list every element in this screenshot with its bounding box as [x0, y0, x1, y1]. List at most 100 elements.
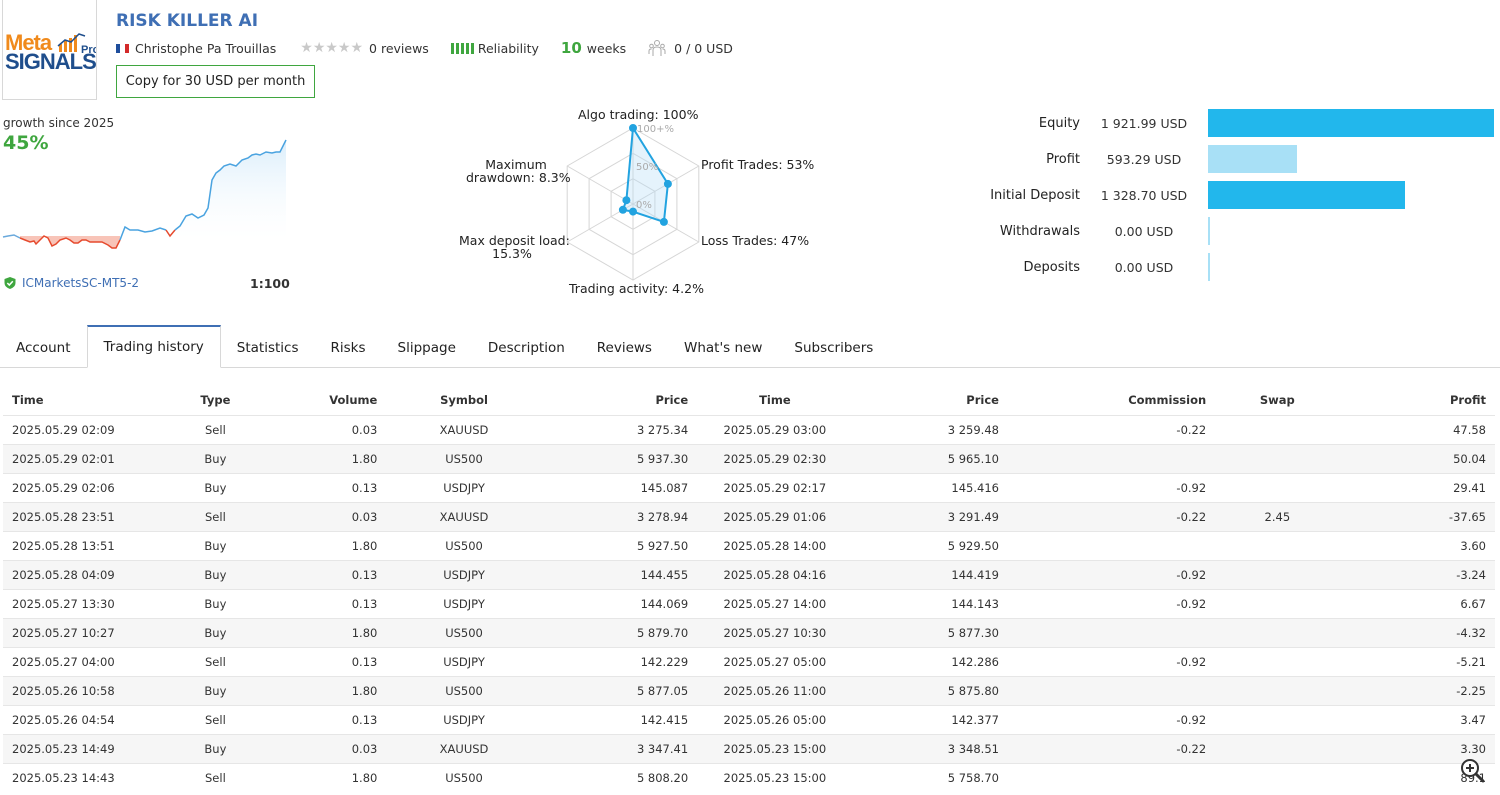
balance-label: Withdrawals — [999, 223, 1080, 239]
table-cell: 2025.05.26 11:00 — [697, 675, 853, 705]
balance-value: 0.00 USD — [1114, 259, 1174, 275]
table-row: 2025.05.28 04:09 Buy 0.13 USDJPY 144.455 2025… — [3, 559, 1495, 589]
balance-row: Deposits 0.00 USD — [960, 253, 1210, 281]
balance-label: Initial Deposit — [990, 187, 1080, 203]
table-cell: -2.25 — [1339, 675, 1495, 705]
tab-account[interactable]: Account — [0, 327, 87, 369]
balance-row: Withdrawals 0.00 USD — [960, 217, 1210, 245]
tab-what-s-new[interactable]: What's new — [668, 327, 778, 369]
signal-title[interactable]: RISK KILLER AI — [116, 8, 258, 26]
balance-bar — [1208, 253, 1210, 281]
column-header[interactable]: Time — [3, 386, 158, 415]
column-header[interactable]: Symbol — [386, 386, 541, 415]
copy-subscribe-button[interactable]: Copy for 30 USD per month — [116, 65, 315, 98]
column-header[interactable]: Commission — [1008, 386, 1215, 415]
tab-bar: Account Trading history Statistics Risks Sli… — [0, 325, 1500, 369]
balance-value: 1 921.99 USD — [1100, 115, 1188, 131]
radar-label-algo: Algo trading: 100% — [578, 107, 699, 122]
table-cell: 3 259.48 — [852, 414, 1008, 444]
column-header[interactable]: Volume — [272, 386, 386, 415]
table-cell: 2025.05.27 13:30 — [3, 588, 159, 618]
table-row: 2025.05.27 13:30 Buy 0.13 USDJPY 144.069 2025… — [3, 588, 1495, 618]
radar-label-deposit-load-line2: 15.3% — [492, 246, 532, 261]
table-cell: USDJPY — [386, 646, 542, 676]
table-cell: 5 929.50 — [852, 530, 1008, 560]
table-cell: 5 877.30 — [852, 617, 1008, 647]
tab-reviews[interactable]: Reviews — [581, 327, 668, 369]
table-cell — [1215, 559, 1340, 589]
table-cell: 29.41 — [1339, 472, 1495, 502]
table-cell: 142.286 — [852, 646, 1008, 676]
reviews-count[interactable]: 0 reviews — [369, 41, 429, 56]
table-cell: Buy — [158, 588, 273, 618]
zoom-in-icon[interactable] — [1459, 757, 1487, 785]
author-link[interactable]: Christophe Pa Trouillas — [135, 41, 276, 56]
radar-label-trading-activity: Trading activity: 4.2% — [569, 281, 704, 296]
column-header[interactable]: Type — [158, 386, 272, 415]
balance-row: Profit 593.29 USD — [960, 145, 1297, 173]
table-cell: 0.03 — [272, 501, 387, 531]
table-cell: USDJPY — [386, 559, 542, 589]
tab-slippage[interactable]: Slippage — [382, 327, 472, 369]
table-cell: 2025.05.28 04:16 — [697, 559, 853, 589]
table-row: 2025.05.26 04:54 Sell 0.13 USDJPY 142.415 202… — [3, 704, 1495, 734]
table-cell: 3 348.51 — [852, 733, 1008, 763]
subscribers-value: 0 / 0 USD — [674, 40, 733, 56]
tab-statistics[interactable]: Statistics — [221, 327, 315, 369]
table-cell: 5 875.80 — [852, 675, 1008, 705]
tab-risks[interactable]: Risks — [315, 327, 382, 369]
column-header[interactable]: Swap — [1215, 386, 1339, 415]
column-header[interactable]: Price — [853, 386, 1008, 415]
rating-stars-icon: ★★★★★ — [300, 40, 364, 56]
radar-point-deposit-load — [618, 205, 627, 214]
table-cell: 2025.05.23 15:00 — [697, 762, 853, 792]
column-header[interactable]: Time — [697, 386, 852, 415]
table-cell — [1007, 762, 1216, 792]
column-header[interactable]: Price — [542, 386, 697, 415]
table-cell: -0.22 — [1007, 414, 1216, 444]
table-cell: 47.58 — [1339, 414, 1495, 444]
table-cell: Buy — [158, 559, 273, 589]
logo-text-pro: Pro — [81, 44, 96, 56]
radar-point-profit-trades — [663, 179, 672, 188]
tab-trading-history[interactable]: Trading history — [86, 325, 221, 368]
table-cell: XAUUSD — [386, 733, 542, 763]
tab-description[interactable]: Description — [472, 327, 581, 369]
table-cell: 1.80 — [272, 762, 387, 792]
table-cell: 2025.05.23 14:49 — [3, 733, 159, 763]
table-cell: 1.80 — [272, 530, 387, 560]
table-cell: 2025.05.28 13:51 — [3, 530, 159, 560]
table-cell: 2.45 — [1215, 501, 1340, 531]
table-cell: 2025.05.27 04:00 — [3, 646, 159, 676]
table-cell: 2025.05.29 01:06 — [697, 501, 853, 531]
balance-bar — [1208, 217, 1210, 245]
table-cell: 5 927.50 — [541, 530, 698, 560]
table-cell: XAUUSD — [386, 414, 542, 444]
table-cell: 2025.05.27 10:30 — [697, 617, 853, 647]
tab-subscribers[interactable]: Subscribers — [778, 327, 889, 369]
table-row: 2025.05.28 23:51 Sell 0.03 XAUUSD 3 278.94 20… — [3, 501, 1495, 531]
table-cell: US500 — [386, 675, 542, 705]
broker-server-link[interactable]: ICMarketsSC-MT5-2 — [3, 276, 139, 290]
table-cell: 5 879.70 — [541, 617, 698, 647]
table-cell: -0.92 — [1007, 588, 1216, 618]
table-cell: 50.04 — [1339, 443, 1495, 473]
table-cell: 5 808.20 — [541, 762, 698, 792]
balance-value: 1 328.70 USD — [1100, 187, 1188, 203]
table-cell: Sell — [158, 414, 273, 444]
table-cell: -3.24 — [1339, 559, 1495, 589]
table-cell: 5 877.05 — [541, 675, 698, 705]
weeks-label: weeks — [586, 40, 627, 56]
table-cell: 2025.05.27 05:00 — [697, 646, 853, 676]
column-header[interactable]: Profit — [1340, 386, 1495, 415]
table-cell: 0.03 — [272, 414, 387, 444]
broker-server-name[interactable]: ICMarketsSC-MT5-2 — [22, 276, 139, 290]
table-row: 2025.05.27 10:27 Buy 1.80 US500 5 879.70 2025… — [3, 617, 1495, 647]
growth-mini-chart[interactable] — [0, 130, 292, 260]
reliability-bars-icon — [450, 42, 474, 54]
table-cell: USDJPY — [386, 472, 542, 502]
table-cell — [1215, 530, 1340, 560]
table-cell — [1007, 443, 1216, 473]
table-cell: US500 — [386, 530, 542, 560]
table-cell: 0.03 — [272, 733, 387, 763]
